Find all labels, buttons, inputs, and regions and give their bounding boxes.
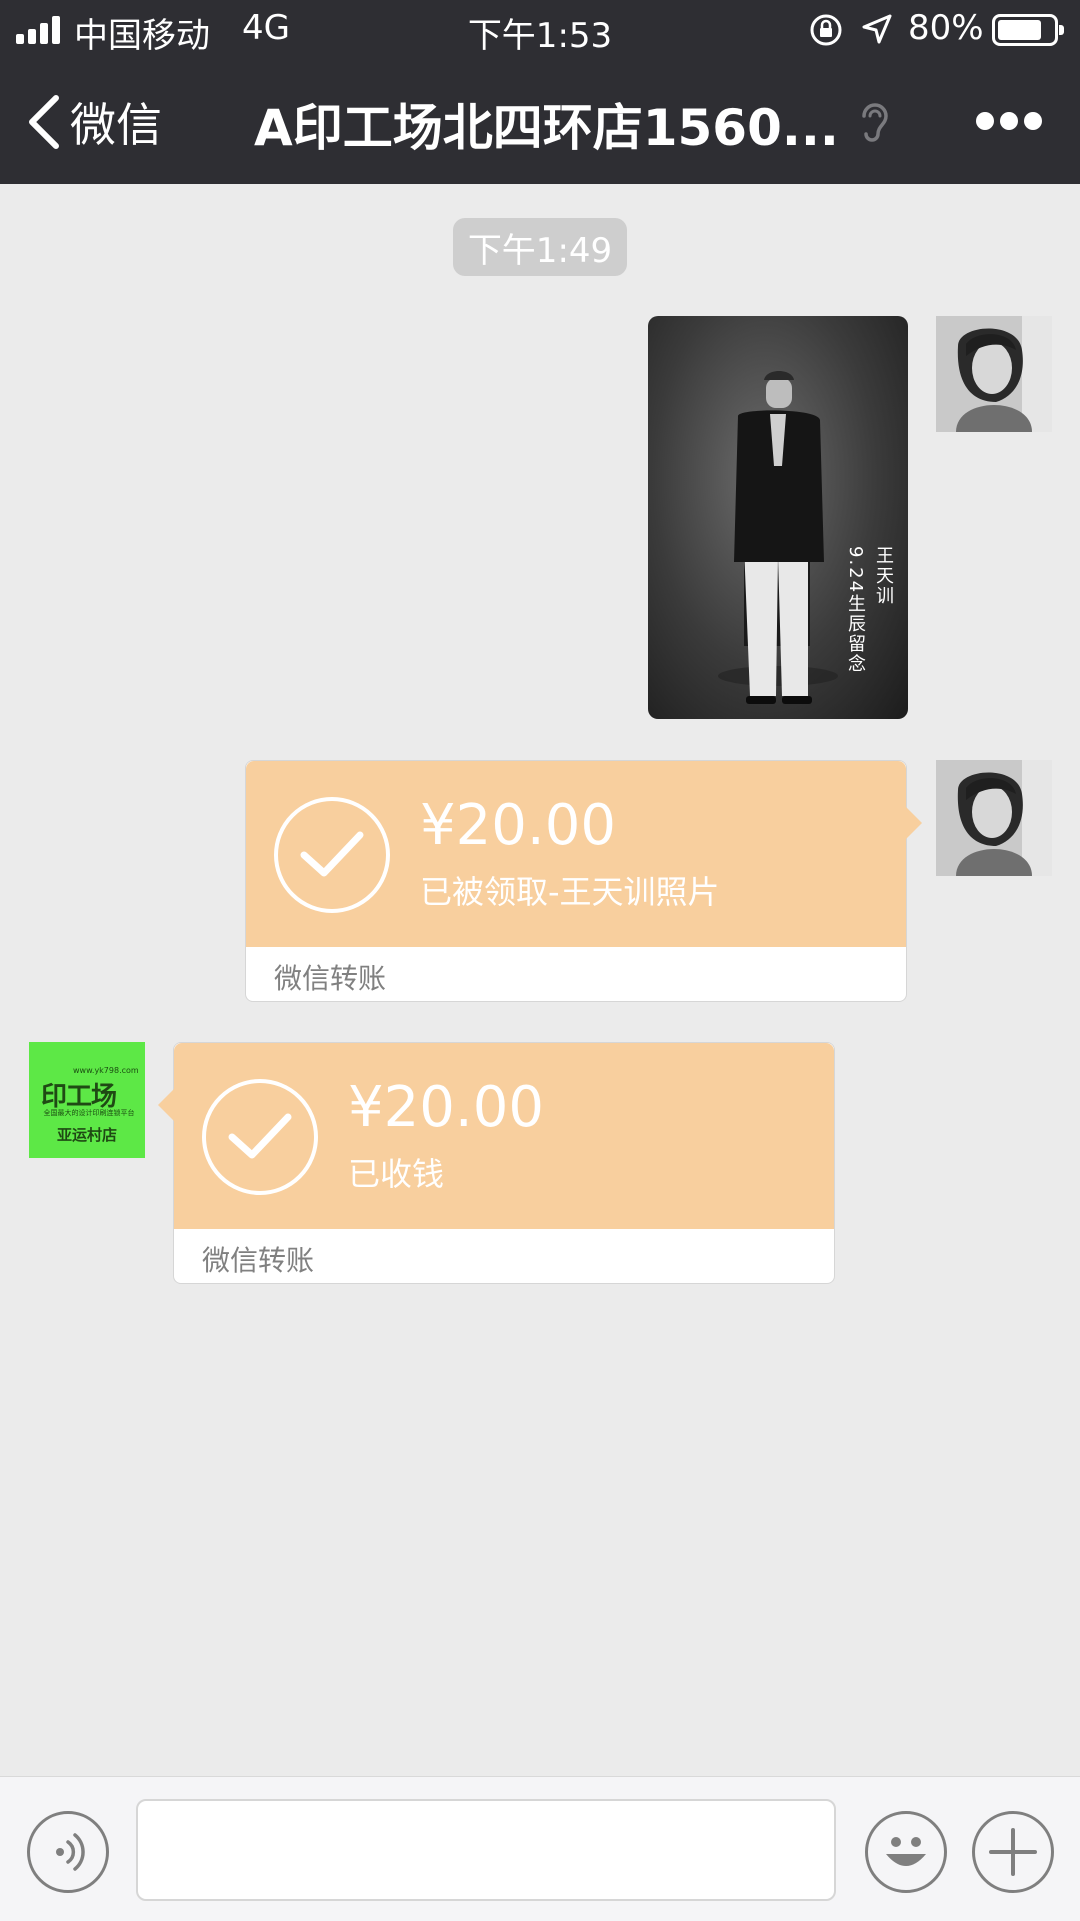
transfer-message-sent[interactable]: ¥20.00 已被领取-王天训照片 微信转账 <box>245 760 922 1002</box>
orientation-lock-icon <box>810 14 842 46</box>
transfer-footer: 微信转账 <box>202 1244 315 1277</box>
transfer-amount: ¥20.00 <box>348 1075 544 1140</box>
emoji-button[interactable] <box>865 1811 947 1893</box>
nav-bar: 微信 A印工场北四环店1560... <box>0 60 1080 184</box>
transfer-message-received[interactable]: ¥20.00 已收钱 微信转账 <box>158 1042 835 1284</box>
avatar[interactable] <box>936 760 1052 876</box>
chat-title: A印工场北四环店1560... <box>254 99 839 157</box>
plus-button[interactable] <box>972 1811 1054 1893</box>
earpiece-icon <box>862 103 888 142</box>
bubble-tail <box>158 1089 174 1121</box>
battery-nub <box>1059 25 1064 35</box>
transfer-amount: ¥20.00 <box>420 793 616 858</box>
photo-message[interactable]: 王天训 9.24生辰留念 <box>648 316 908 719</box>
transfer-card-top: ¥20.00 已被领取-王天训照片 <box>246 761 906 947</box>
chevron-left-icon <box>29 95 59 149</box>
check-circle-icon <box>274 797 390 913</box>
shop-avatar-slogan: 全国最大的设计印刷连锁平台 <box>43 1109 135 1117</box>
photo-caption-line: 9.24生辰留念 <box>845 546 866 675</box>
input-bar <box>0 1776 1080 1921</box>
emoji-icon <box>886 1837 926 1866</box>
transfer-status: 已被领取-王天训照片 <box>420 873 720 911</box>
transfer-status: 已收钱 <box>348 1155 445 1193</box>
voice-button[interactable] <box>27 1811 109 1893</box>
more-icon[interactable] <box>974 110 1044 134</box>
status-bar: 中国移动 4G 下午1:53 80% <box>0 0 1080 60</box>
battery-fill <box>998 20 1041 40</box>
battery-icon <box>992 14 1064 46</box>
back-button[interactable]: 微信 <box>26 90 162 154</box>
message-input[interactable] <box>136 1799 836 1901</box>
voice-icon <box>56 1833 85 1871</box>
top-bar: 中国移动 4G 下午1:53 80% 微信 A印工场北四环店1560... <box>0 0 1080 184</box>
battery-percent: 80% <box>908 8 984 48</box>
location-arrow-icon <box>862 14 892 44</box>
plus-icon <box>989 1828 1037 1876</box>
check-circle-icon <box>202 1079 318 1195</box>
shop-avatar-store: 亚运村店 <box>56 1126 117 1144</box>
shop-avatar-url: www.yk798.com <box>73 1066 139 1075</box>
photo-caption: 王天训 9.24生辰留念 <box>844 546 894 674</box>
back-label: 微信 <box>70 98 162 152</box>
user-avatar-image <box>936 316 1052 432</box>
bubble-tail <box>906 807 922 839</box>
shop-avatar[interactable]: www.yk798.com 印工场 全国最大的设计印刷连锁平台 亚运村店 <box>29 1042 145 1158</box>
transfer-card-top: ¥20.00 已收钱 <box>174 1043 834 1229</box>
photo-caption-line: 王天训 <box>873 546 894 606</box>
user-avatar-image <box>936 760 1052 876</box>
avatar[interactable] <box>936 316 1052 432</box>
transfer-footer: 微信转账 <box>274 962 387 995</box>
time-divider: 下午1:49 <box>453 218 627 276</box>
